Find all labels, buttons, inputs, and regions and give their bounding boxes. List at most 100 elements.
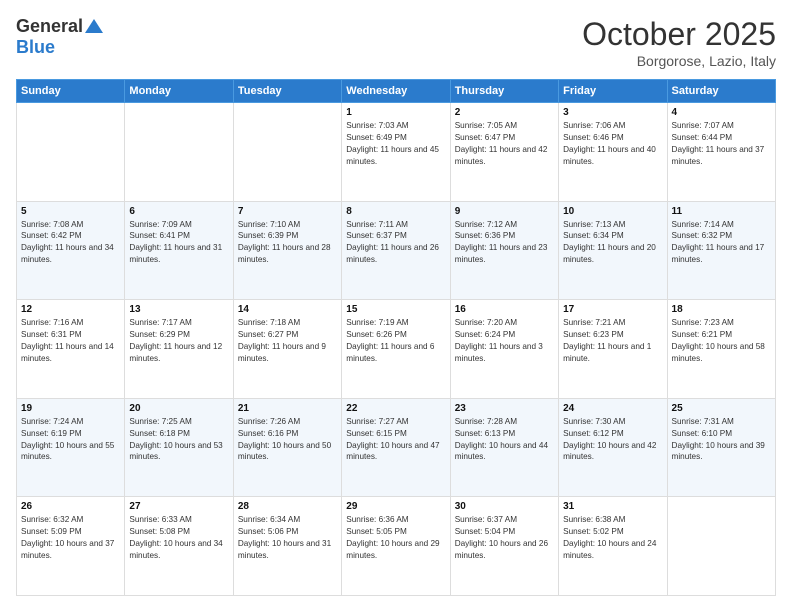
- page: General Blue October 2025 Borgorose, Laz…: [0, 0, 792, 612]
- col-monday: Monday: [125, 80, 233, 103]
- calendar-cell: 30Sunrise: 6:37 AMSunset: 5:04 PMDayligh…: [450, 497, 558, 596]
- calendar-cell: 19 Sunrise: 7:24 AMSunset: 6:19 PMDayligh…: [17, 398, 125, 497]
- day-number: 2: [455, 107, 554, 118]
- day-number: 7: [238, 206, 337, 217]
- day-info: Sunrise: 7:24 AMSunset: 6:19 PMDaylight:…: [21, 416, 120, 464]
- calendar-cell: 21Sunrise: 7:26 AMSunset: 6:16 PMDayligh…: [233, 398, 341, 497]
- day-number: 31: [563, 501, 662, 512]
- day-number: 27: [129, 501, 228, 512]
- month-title: October 2025: [582, 16, 776, 53]
- title-block: October 2025 Borgorose, Lazio, Italy: [582, 16, 776, 69]
- day-info: Sunrise: 7:12 AMSunset: 6:36 PMDaylight:…: [455, 219, 554, 267]
- calendar-cell: 14 Sunrise: 7:18 AMSunset: 6:27 PMDayligh…: [233, 300, 341, 399]
- col-wednesday: Wednesday: [342, 80, 450, 103]
- calendar-week-3: 12 Sunrise: 7:16 AMSunset: 6:31 PMDayligh…: [17, 300, 776, 399]
- day-info: Sunrise: 7:27 AMSunset: 6:15 PMDaylight:…: [346, 416, 445, 464]
- calendar-cell: 6Sunrise: 7:09 AMSunset: 6:41 PMDaylight…: [125, 201, 233, 300]
- day-number: 11: [672, 206, 771, 217]
- calendar-cell: 13 Sunrise: 7:17 AMSunset: 6:29 PMDayligh…: [125, 300, 233, 399]
- day-number: 24: [563, 403, 662, 414]
- logo-blue-text: Blue: [16, 37, 55, 58]
- calendar-cell: 24Sunrise: 7:30 AMSunset: 6:12 PMDayligh…: [559, 398, 667, 497]
- day-number: 1: [346, 107, 445, 118]
- calendar-cell: 31 Sunrise: 6:38 AMSunset: 5:02 PMDayligh…: [559, 497, 667, 596]
- calendar-header-row: Sunday Monday Tuesday Wednesday Thursday…: [17, 80, 776, 103]
- day-number: 12: [21, 304, 120, 315]
- logo: General Blue: [16, 16, 103, 58]
- day-info: Sunrise: 7:18 AMSunset: 6:27 PMDaylight:…: [238, 317, 337, 365]
- col-friday: Friday: [559, 80, 667, 103]
- calendar-cell: [17, 103, 125, 202]
- calendar-cell: 15 Sunrise: 7:19 AMSunset: 6:26 PMDayligh…: [342, 300, 450, 399]
- day-info: Sunrise: 7:26 AMSunset: 6:16 PMDaylight:…: [238, 416, 337, 464]
- header: General Blue October 2025 Borgorose, Laz…: [16, 16, 776, 69]
- day-info: Sunrise: 7:16 AMSunset: 6:31 PMDaylight:…: [21, 317, 120, 365]
- day-info: Sunrise: 7:05 AMSunset: 6:47 PMDaylight:…: [455, 120, 554, 168]
- calendar-cell: 23 Sunrise: 7:28 AMSunset: 6:13 PMDayligh…: [450, 398, 558, 497]
- calendar-cell: 20Sunrise: 7:25 AMSunset: 6:18 PMDayligh…: [125, 398, 233, 497]
- day-info: Sunrise: 7:07 AMSunset: 6:44 PMDaylight:…: [672, 120, 771, 168]
- day-number: 19: [21, 403, 120, 414]
- day-info: Sunrise: 7:28 AMSunset: 6:13 PMDaylight:…: [455, 416, 554, 464]
- day-number: 15: [346, 304, 445, 315]
- day-info: Sunrise: 7:20 AMSunset: 6:24 PMDaylight:…: [455, 317, 554, 365]
- day-info: Sunrise: 7:17 AMSunset: 6:29 PMDaylight:…: [129, 317, 228, 365]
- day-info: Sunrise: 7:19 AMSunset: 6:26 PMDaylight:…: [346, 317, 445, 365]
- day-number: 28: [238, 501, 337, 512]
- location: Borgorose, Lazio, Italy: [582, 53, 776, 69]
- calendar-cell: 28 Sunrise: 6:34 AMSunset: 5:06 PMDayligh…: [233, 497, 341, 596]
- day-info: Sunrise: 7:13 AMSunset: 6:34 PMDaylight:…: [563, 219, 662, 267]
- day-info: Sunrise: 7:03 AMSunset: 6:49 PMDaylight:…: [346, 120, 445, 168]
- calendar-cell: 11 Sunrise: 7:14 AMSunset: 6:32 PMDayligh…: [667, 201, 775, 300]
- calendar-table: Sunday Monday Tuesday Wednesday Thursday…: [16, 79, 776, 596]
- day-number: 22: [346, 403, 445, 414]
- calendar-cell: 22 Sunrise: 7:27 AMSunset: 6:15 PMDayligh…: [342, 398, 450, 497]
- calendar-cell: 1 Sunrise: 7:03 AMSunset: 6:49 PMDaylight…: [342, 103, 450, 202]
- calendar-week-1: 1 Sunrise: 7:03 AMSunset: 6:49 PMDaylight…: [17, 103, 776, 202]
- day-number: 6: [129, 206, 228, 217]
- day-info: Sunrise: 7:25 AMSunset: 6:18 PMDaylight:…: [129, 416, 228, 464]
- day-info: Sunrise: 7:06 AMSunset: 6:46 PMDaylight:…: [563, 120, 662, 168]
- calendar-cell: 5Sunrise: 7:08 AMSunset: 6:42 PMDaylight…: [17, 201, 125, 300]
- calendar-week-5: 26 Sunrise: 6:32 AMSunset: 5:09 PMDayligh…: [17, 497, 776, 596]
- calendar-cell: [667, 497, 775, 596]
- day-info: Sunrise: 6:32 AMSunset: 5:09 PMDaylight:…: [21, 514, 120, 562]
- day-number: 14: [238, 304, 337, 315]
- day-info: Sunrise: 6:36 AMSunset: 5:05 PMDaylight:…: [346, 514, 445, 562]
- day-number: 26: [21, 501, 120, 512]
- day-info: Sunrise: 6:38 AMSunset: 5:02 PMDaylight:…: [563, 514, 662, 562]
- calendar-cell: 2 Sunrise: 7:05 AMSunset: 6:47 PMDaylight…: [450, 103, 558, 202]
- col-thursday: Thursday: [450, 80, 558, 103]
- calendar-cell: 9Sunrise: 7:12 AMSunset: 6:36 PMDaylight…: [450, 201, 558, 300]
- day-number: 10: [563, 206, 662, 217]
- calendar-cell: 4Sunrise: 7:07 AMSunset: 6:44 PMDaylight…: [667, 103, 775, 202]
- calendar-week-2: 5Sunrise: 7:08 AMSunset: 6:42 PMDaylight…: [17, 201, 776, 300]
- calendar-cell: [125, 103, 233, 202]
- calendar-cell: 25Sunrise: 7:31 AMSunset: 6:10 PMDayligh…: [667, 398, 775, 497]
- day-number: 13: [129, 304, 228, 315]
- day-number: 3: [563, 107, 662, 118]
- calendar-cell: 12 Sunrise: 7:16 AMSunset: 6:31 PMDayligh…: [17, 300, 125, 399]
- col-saturday: Saturday: [667, 80, 775, 103]
- day-info: Sunrise: 7:23 AMSunset: 6:21 PMDaylight:…: [672, 317, 771, 365]
- calendar-cell: 26 Sunrise: 6:32 AMSunset: 5:09 PMDayligh…: [17, 497, 125, 596]
- day-number: 17: [563, 304, 662, 315]
- day-info: Sunrise: 7:11 AMSunset: 6:37 PMDaylight:…: [346, 219, 445, 267]
- day-number: 29: [346, 501, 445, 512]
- day-number: 30: [455, 501, 554, 512]
- calendar-week-4: 19 Sunrise: 7:24 AMSunset: 6:19 PMDayligh…: [17, 398, 776, 497]
- calendar-cell: 3 Sunrise: 7:06 AMSunset: 6:46 PMDaylight…: [559, 103, 667, 202]
- day-info: Sunrise: 7:14 AMSunset: 6:32 PMDaylight:…: [672, 219, 771, 267]
- day-number: 5: [21, 206, 120, 217]
- col-sunday: Sunday: [17, 80, 125, 103]
- day-info: Sunrise: 7:31 AMSunset: 6:10 PMDaylight:…: [672, 416, 771, 464]
- day-info: Sunrise: 6:34 AMSunset: 5:06 PMDaylight:…: [238, 514, 337, 562]
- day-info: Sunrise: 7:21 AMSunset: 6:23 PMDaylight:…: [563, 317, 662, 365]
- calendar-cell: 27Sunrise: 6:33 AMSunset: 5:08 PMDayligh…: [125, 497, 233, 596]
- day-number: 23: [455, 403, 554, 414]
- day-number: 18: [672, 304, 771, 315]
- calendar-cell: 16 Sunrise: 7:20 AMSunset: 6:24 PMDayligh…: [450, 300, 558, 399]
- day-number: 8: [346, 206, 445, 217]
- col-tuesday: Tuesday: [233, 80, 341, 103]
- day-number: 16: [455, 304, 554, 315]
